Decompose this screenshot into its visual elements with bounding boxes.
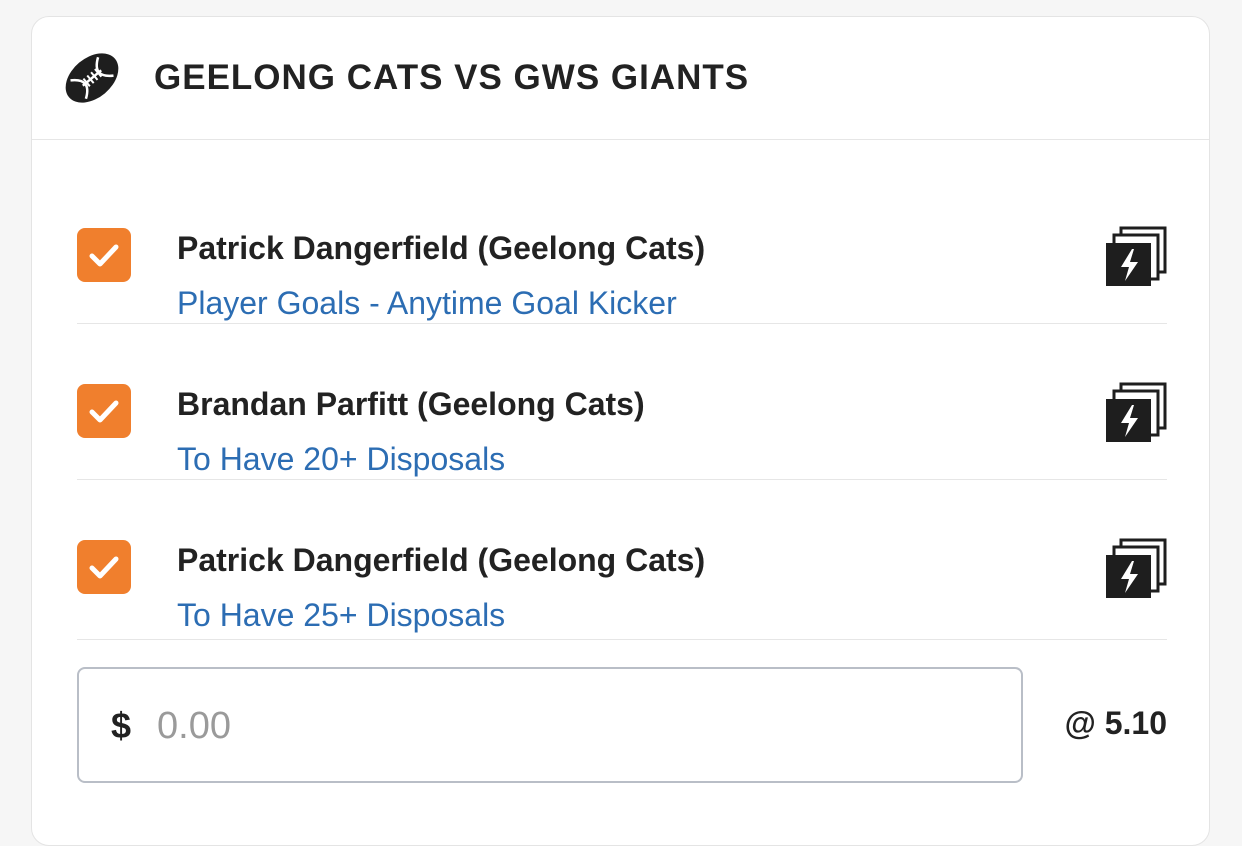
stake-row: $ @ 5.10 bbox=[77, 667, 1167, 783]
checkmark-icon bbox=[89, 556, 119, 579]
leg-player: Patrick Dangerfield (Geelong Cats) bbox=[177, 230, 706, 266]
same-game-multi-boost-icon[interactable] bbox=[1105, 538, 1167, 600]
leg-checkbox[interactable] bbox=[77, 384, 131, 438]
event-title: GEELONG CATS VS GWS GIANTS bbox=[154, 58, 750, 97]
leg-market-link[interactable]: To Have 20+ Disposals bbox=[177, 441, 505, 478]
leg-player: Brandan Parfitt (Geelong Cats) bbox=[177, 386, 645, 422]
bet-leg: Patrick Dangerfield (Geelong Cats) Playe… bbox=[77, 168, 1167, 324]
stake-input[interactable] bbox=[155, 699, 979, 753]
leg-checkbox[interactable] bbox=[77, 540, 131, 594]
bet-leg: Patrick Dangerfield (Geelong Cats) To Ha… bbox=[77, 480, 1167, 640]
football-icon bbox=[65, 53, 119, 103]
checkmark-icon bbox=[89, 400, 119, 423]
bet-leg: Brandan Parfitt (Geelong Cats) To Have 2… bbox=[77, 324, 1167, 480]
stake-field[interactable]: $ bbox=[77, 667, 1023, 783]
bet-card: GEELONG CATS VS GWS GIANTS Patrick Dange… bbox=[31, 16, 1210, 846]
leg-market-link[interactable]: Player Goals - Anytime Goal Kicker bbox=[177, 285, 677, 322]
same-game-multi-boost-icon[interactable] bbox=[1105, 382, 1167, 444]
currency-symbol: $ bbox=[111, 705, 132, 746]
leg-checkbox[interactable] bbox=[77, 228, 131, 282]
checkmark-icon bbox=[89, 244, 119, 267]
event-header: GEELONG CATS VS GWS GIANTS bbox=[32, 17, 1209, 140]
combined-odds: @ 5.10 bbox=[1064, 705, 1167, 741]
same-game-multi-boost-icon[interactable] bbox=[1105, 226, 1167, 288]
leg-player: Patrick Dangerfield (Geelong Cats) bbox=[177, 542, 706, 578]
leg-market-link[interactable]: To Have 25+ Disposals bbox=[177, 597, 505, 634]
